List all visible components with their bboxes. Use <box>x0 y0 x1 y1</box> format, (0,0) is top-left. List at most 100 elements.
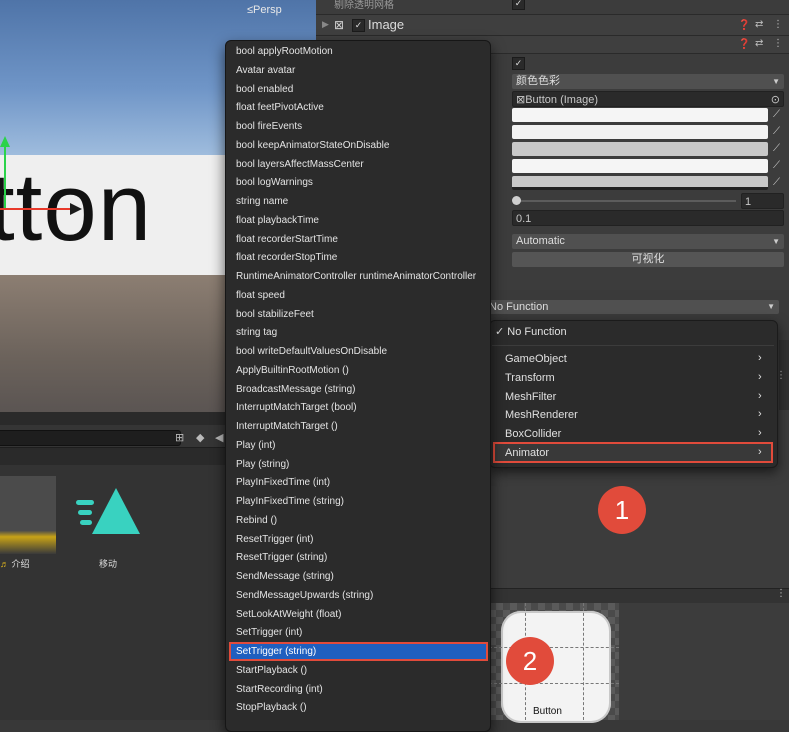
transition-dropdown[interactable]: 颜色色彩 ▼ <box>512 74 784 89</box>
pressed-color-field[interactable] <box>512 142 768 156</box>
selected-color-field[interactable] <box>512 159 768 173</box>
image-enabled-checkbox[interactable]: ✓ <box>352 19 365 32</box>
method-menu-item[interactable]: ResetTrigger (string) <box>236 552 327 563</box>
method-menu-item[interactable]: SendMessage (string) <box>236 571 334 582</box>
preset-icon[interactable]: ⇄ <box>755 38 763 49</box>
method-menu-item[interactable]: SetLookAtWeight (float) <box>236 609 341 620</box>
asset-label-audio[interactable]: ♬ 介绍 <box>0 557 30 570</box>
help-icon[interactable]: ❓ <box>738 39 750 50</box>
eyedropper-icon[interactable]: ⟋ <box>773 160 780 171</box>
navigation-dropdown[interactable]: Automatic ▼ <box>512 234 784 249</box>
color-multiplier-track[interactable] <box>514 200 736 202</box>
y-axis-gizmo[interactable] <box>4 145 6 209</box>
chevron-down-icon: ▼ <box>772 237 780 246</box>
method-menu-item[interactable]: bool writeDefaultValuesOnDisable <box>236 346 387 357</box>
disabled-color-field[interactable] <box>512 176 768 190</box>
menu-item-boxcollider[interactable]: BoxCollider <box>505 428 561 440</box>
asset-label-move[interactable]: 移动 <box>99 557 117 570</box>
method-menu-item[interactable]: PlayInFixedTime (int) <box>236 477 330 488</box>
method-menu-item[interactable]: Play (string) <box>236 459 289 470</box>
kebab-menu-icon[interactable]: ⋮ <box>773 19 783 30</box>
chevron-right-icon: › <box>758 446 762 458</box>
menu-item-meshrenderer[interactable]: MeshRenderer <box>505 409 578 421</box>
music-note-icon: ♬ <box>0 559 12 569</box>
method-menu-item[interactable]: float recorderStopTime <box>236 252 337 263</box>
slice-guide <box>583 603 584 720</box>
step-badge-1: 1 <box>598 486 646 534</box>
method-menu-item[interactable]: Play (int) <box>236 440 275 451</box>
method-menu-item[interactable]: float speed <box>236 290 285 301</box>
multiplier-value-field[interactable]: 1 <box>741 193 784 209</box>
interactable-checkbox[interactable]: ✓ <box>512 57 525 70</box>
method-menu-item[interactable]: PlayInFixedTime (string) <box>236 496 344 507</box>
preview-toolbar <box>489 588 789 603</box>
collapse-icon[interactable]: ◀ <box>215 431 223 444</box>
chevron-down-icon: ▼ <box>772 77 780 86</box>
menu-item-transform[interactable]: Transform <box>505 372 555 384</box>
method-menu-item[interactable]: bool layersAffectMassCenter <box>236 159 364 170</box>
method-menu-item[interactable]: string tag <box>236 327 277 338</box>
eyedropper-icon[interactable]: ⟋ <box>773 109 780 120</box>
normal-color-field[interactable] <box>512 108 768 122</box>
method-menu-item[interactable]: Rebind () <box>236 515 277 526</box>
method-menu-item[interactable]: bool stabilizeFeet <box>236 309 314 320</box>
method-menu-item[interactable]: bool applyRootMotion <box>236 46 333 57</box>
method-menu-item[interactable]: StartRecording (int) <box>236 684 323 695</box>
method-menu-item[interactable]: bool fireEvents <box>236 121 302 132</box>
menu-item-meshfilter[interactable]: MeshFilter <box>505 391 556 403</box>
eyedropper-icon[interactable]: ⟋ <box>773 143 780 154</box>
kebab-menu-icon[interactable]: ⋮ <box>773 38 783 49</box>
method-menu-item[interactable]: float recorderStartTime <box>236 234 338 245</box>
method-menu-item[interactable]: bool keepAnimatorStateOnDisable <box>236 140 389 151</box>
menu-item-gameobject[interactable]: GameObject <box>505 353 567 365</box>
method-menu-item[interactable]: float feetPivotActive <box>236 102 324 113</box>
x-axis-gizmo[interactable] <box>0 208 78 210</box>
chevron-down-icon: ▼ <box>767 302 775 311</box>
method-menu-item[interactable]: SetTrigger (string) <box>236 646 316 657</box>
target-graphic-field[interactable]: ⊠Button (Image) ⊙ <box>512 91 784 107</box>
kebab-menu-icon[interactable]: ⋮ <box>776 588 786 599</box>
image-component-icon: ⊠ <box>334 18 345 32</box>
audio-clip-thumbnail[interactable] <box>0 476 56 554</box>
foldout-arrow-icon[interactable]: ▶ <box>322 19 329 30</box>
search-by-type-icon[interactable]: ⊞ <box>175 431 184 444</box>
image-component-title: Image <box>368 17 405 32</box>
x-axis-arrow-icon[interactable] <box>70 203 82 215</box>
y-axis-arrow-icon[interactable] <box>0 136 10 147</box>
method-menu-item[interactable]: InterruptMatchTarget (bool) <box>236 402 357 413</box>
method-menu-item[interactable]: string name <box>236 196 288 207</box>
cull-transparent-checkbox[interactable]: ✓ <box>512 0 525 10</box>
highlighted-color-field[interactable] <box>512 125 768 139</box>
project-search-input[interactable] <box>0 430 181 446</box>
preset-icon[interactable]: ⇄ <box>755 19 763 30</box>
method-menu-item[interactable]: RuntimeAnimatorController runtimeAnimato… <box>236 271 476 282</box>
eyedropper-icon[interactable]: ⟋ <box>773 177 780 188</box>
method-menu-item[interactable]: InterruptMatchTarget () <box>236 421 338 432</box>
fade-duration-field[interactable]: 0.1 <box>512 210 784 226</box>
method-menu-item[interactable]: SetTrigger (int) <box>236 627 302 638</box>
method-menu-item[interactable]: float playbackTime <box>236 215 319 226</box>
method-menu-item[interactable]: StartPlayback () <box>236 665 307 676</box>
menu-item-no-function[interactable]: ✓ No Function <box>495 325 567 338</box>
persp-label[interactable]: ≤Persp <box>247 4 282 16</box>
label-filter-icon[interactable]: ◆ <box>196 431 204 444</box>
visualize-button[interactable]: 可视化 <box>512 252 784 267</box>
method-menu-item[interactable]: bool logWarnings <box>236 177 313 188</box>
move-asset-icon[interactable] <box>76 488 146 536</box>
method-menu-item[interactable]: SendMessageUpwards (string) <box>236 590 373 601</box>
preview-button-label: Button <box>533 706 562 717</box>
help-icon[interactable]: ❓ <box>738 20 750 31</box>
method-menu-item[interactable]: Avatar avatar <box>236 65 295 76</box>
method-menu-item[interactable]: BroadcastMessage (string) <box>236 384 356 395</box>
slider-handle[interactable] <box>512 196 521 205</box>
menu-item-animator[interactable]: Animator <box>505 447 549 459</box>
function-dropdown[interactable]: No Function ▼ <box>489 300 779 314</box>
eyedropper-icon[interactable]: ⟋ <box>773 126 780 137</box>
method-menu-item[interactable]: ApplyBuiltinRootMotion () <box>236 365 349 376</box>
method-menu-item[interactable]: bool enabled <box>236 84 293 95</box>
cull-transparent-mesh-label: 剔除透明网格 <box>334 0 394 11</box>
speed-line <box>78 510 92 515</box>
object-picker-icon[interactable]: ⊙ <box>771 92 780 108</box>
method-menu-item[interactable]: ResetTrigger (int) <box>236 534 313 545</box>
method-menu-item[interactable]: StopPlayback () <box>236 702 307 713</box>
